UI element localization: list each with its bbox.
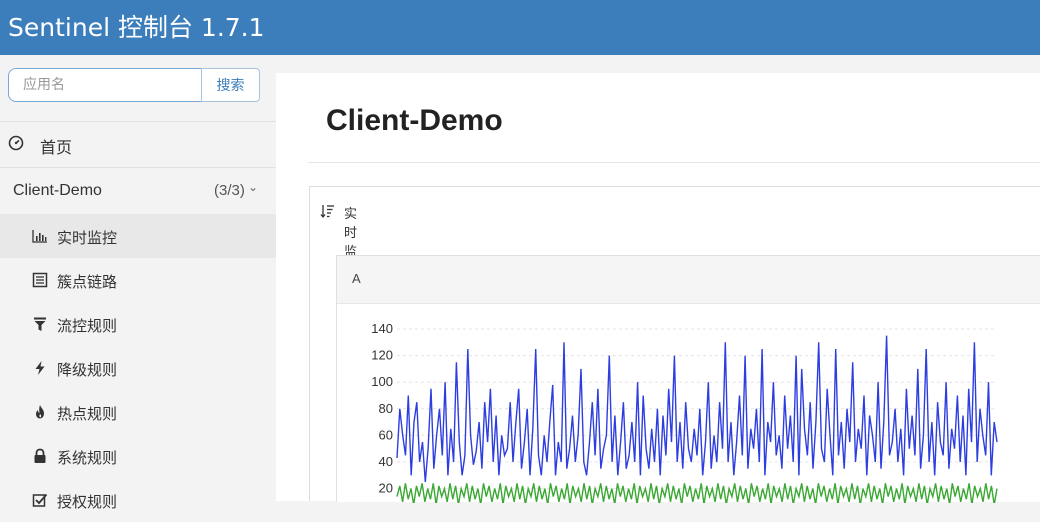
bar-chart-icon [32,230,47,243]
app-search: 搜索 [8,68,260,102]
app-group-client-demo[interactable]: Client-Demo (3/3) ⌄ [0,168,276,214]
content-panel: Client-Demo 实时监控 A 20406080100120140 [276,73,1040,503]
sidebar-item-label: 热点规则 [57,405,118,423]
y-tick-label: 80 [379,401,393,416]
sidebar-item-hotspot-rules[interactable]: 热点规则 [0,390,276,434]
sidebar-item-flow-rules[interactable]: 流控规则 [0,302,276,346]
chevron-down-icon: ⌄ [248,180,259,194]
divider [308,162,1040,163]
flash-icon [35,361,45,375]
sidebar-item-label: 簇点链路 [57,273,118,291]
sidebar-item-label: 授权规则 [57,493,118,511]
sidebar-item-label: 流控规则 [57,317,118,335]
machine-count: (3/3) [214,182,245,199]
y-tick-label: 140 [371,321,393,336]
app-search-input[interactable] [8,68,202,102]
y-tick-label: 40 [379,454,393,469]
sidebar-item-label: 系统规则 [57,449,118,467]
lock-icon [34,448,46,463]
sidebar-item-realtime-monitor[interactable]: 实时监控 [0,214,276,258]
nav-home[interactable]: 首页 [0,122,276,167]
sidebar-item-label: 实时监控 [57,229,118,247]
check-square-icon [32,493,48,507]
resource-name: A [352,271,361,286]
list-icon [32,272,48,288]
app-title: Sentinel 控制台 1.7.1 [8,13,265,42]
sidebar-item-system-rules[interactable]: 系统规则 [0,434,276,478]
sidebar-item-cluster-link[interactable]: 簇点链路 [0,258,276,302]
app-name: Client-Demo [13,182,102,199]
filter-icon [34,317,46,331]
page-title: Client-Demo [326,104,503,137]
realtime-chart: 20 40 60 80 100 120 140 [371,321,998,503]
dashboard-icon [8,135,24,151]
top-header: Sentinel 控制台 1.7.1 [0,0,1040,55]
sidebar-item-auth-rules[interactable]: 授权规则 [0,478,276,522]
y-tick-label: 20 [379,481,393,496]
sort-icon[interactable] [320,203,336,219]
y-tick-label: 120 [371,348,393,363]
resource-card: A 20 40 60 80 100 120 140 [336,255,1040,503]
realtime-monitor-panel: 实时监控 A 20406080100120140 [309,186,1040,503]
y-tick-label: 100 [371,374,393,389]
search-button[interactable]: 搜索 [201,68,260,102]
fire-icon [36,405,44,419]
card-header: A [337,256,1040,304]
y-tick-label: 60 [379,427,393,442]
sidebar-item-degrade-rules[interactable]: 降级规则 [0,346,276,390]
nav-home-label: 首页 [40,138,73,157]
main-area: Client-Demo 实时监控 A 20406080100120140 [276,55,1040,503]
series-line [396,483,998,503]
sidebar-item-label: 降级规则 [57,361,118,379]
sidebar: 搜索 首页 Client-Demo (3/3) ⌄ 实时监控 [0,55,276,511]
